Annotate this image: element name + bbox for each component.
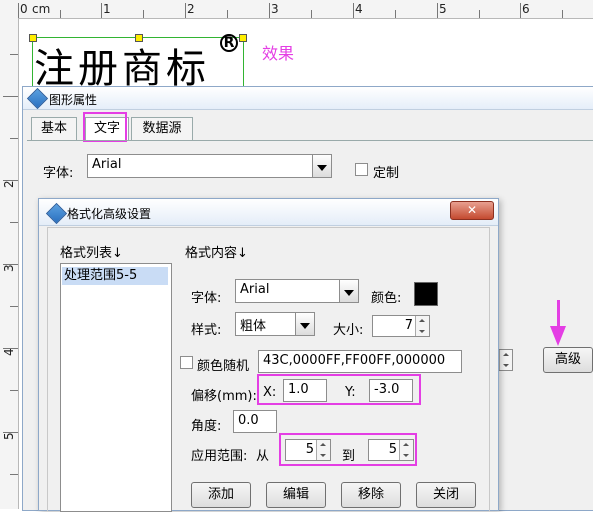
ruler-tick <box>10 222 18 223</box>
custom-checkbox[interactable] <box>355 163 368 176</box>
ruler-number: 2 <box>2 180 16 188</box>
close-icon[interactable]: ✕ <box>450 201 494 220</box>
range-highlight-box <box>279 433 417 466</box>
remove-button[interactable]: 移除 <box>341 482 401 508</box>
stepper-arrows-icon[interactable] <box>415 316 429 336</box>
ruler-tick <box>3 96 18 97</box>
ruler-number: 6 <box>522 2 530 16</box>
app-icon <box>45 202 68 225</box>
tab-basic[interactable]: 基本 <box>31 117 77 140</box>
ruler-number: 1 <box>103 2 111 16</box>
ruler-tick <box>353 3 354 18</box>
format-advanced-dialog: 格式化高级设置 ✕ 格式列表↓ 格式内容↓ 处理范围5-5 字体: Arial … <box>38 198 499 512</box>
font-label: 字体: <box>43 166 74 181</box>
dialog-title-bar[interactable]: 图形属性 <box>23 87 593 110</box>
ruler-tick <box>3 180 18 181</box>
chevron-down-icon[interactable] <box>295 313 314 335</box>
ruler-tick <box>10 474 18 475</box>
ruler-tick <box>18 3 19 18</box>
chevron-down-icon[interactable] <box>339 280 358 302</box>
ruler-tick <box>269 3 270 18</box>
format-list[interactable]: 处理范围5-5 <box>60 263 172 512</box>
font-label: 字体: <box>191 291 222 306</box>
resize-handle[interactable] <box>239 34 247 42</box>
style-label: 样式: <box>191 323 222 338</box>
random-color-label: 颜色随机 <box>197 359 250 374</box>
effect-annotation: 效果 <box>262 44 295 63</box>
add-button[interactable]: 添加 <box>191 482 251 508</box>
ruler-tick <box>10 138 18 139</box>
ruler-tick <box>3 348 18 349</box>
range-label: 应用范围: <box>191 449 248 464</box>
size-value: 7 <box>404 318 413 333</box>
random-color-checkbox[interactable] <box>180 356 193 369</box>
custom-label: 定制 <box>373 166 400 181</box>
offset-label: 偏移(mm): <box>191 389 257 404</box>
app-icon <box>26 87 49 110</box>
size-stepper[interactable]: 7 <box>372 315 430 337</box>
list-header: 格式列表↓ <box>60 246 123 261</box>
ruler-number: 5 <box>439 2 447 16</box>
stepper-arrows-icon[interactable] <box>499 350 512 370</box>
chevron-down-icon[interactable] <box>312 155 331 177</box>
offset-highlight-box <box>257 374 421 405</box>
top-ruler: 0 cm 1 2 3 4 5 6 <box>0 0 593 19</box>
content-header: 格式内容↓ <box>185 246 248 261</box>
color-label: 颜色: <box>371 291 402 306</box>
style-select[interactable]: 粗体 <box>235 312 315 336</box>
dialog-title: 图形属性 <box>49 93 98 107</box>
ruler-tick <box>562 10 563 18</box>
ruler-tick <box>395 10 396 18</box>
font-select[interactable]: Arial <box>235 279 359 303</box>
dialog-title: 格式化高级设置 <box>67 207 152 221</box>
left-ruler: 2 3 4 5 <box>0 18 19 509</box>
arrow-down-icon <box>550 326 566 346</box>
ruler-tick <box>60 10 61 18</box>
ruler-tick <box>3 264 18 265</box>
ruler-tick <box>101 3 102 18</box>
tab-datasource[interactable]: 数据源 <box>131 117 193 140</box>
random-color-input[interactable]: 43C,0000FF,FF00FF,000000 <box>258 350 462 373</box>
ruler-number: 4 <box>2 348 16 356</box>
scroll-stepper[interactable] <box>499 349 513 371</box>
color-swatch[interactable] <box>414 282 438 306</box>
ruler-tick <box>10 54 18 55</box>
font-select[interactable]: Arial <box>87 154 332 178</box>
ruler-number: 3 <box>271 2 279 16</box>
ruler-number: 4 <box>355 2 363 16</box>
ruler-number: 5 <box>2 432 16 440</box>
close-button[interactable]: 关闭 <box>416 482 476 508</box>
size-label: 大小: <box>333 323 364 338</box>
ruler-tick <box>520 3 521 18</box>
angle-input[interactable]: 0.0 <box>233 410 277 433</box>
ruler-tick <box>227 10 228 18</box>
ruler-tick <box>311 10 312 18</box>
ruler-number: 2 <box>187 2 195 16</box>
arrow-annotation-shaft <box>557 300 560 328</box>
ruler-tick <box>3 432 18 433</box>
range-from-label: 从 <box>256 449 270 464</box>
tab-highlight-box <box>83 112 127 142</box>
angle-label: 角度: <box>191 419 222 434</box>
advanced-button[interactable]: 高级 <box>543 347 593 373</box>
ruler-number: 3 <box>2 264 16 272</box>
ruler-tick <box>10 306 18 307</box>
font-select-value: Arial <box>92 157 122 172</box>
ruler-tick <box>143 10 144 18</box>
ruler-tick <box>479 10 480 18</box>
ruler-tick <box>185 3 186 18</box>
edit-button[interactable]: 编辑 <box>266 482 326 508</box>
ruler-number: 0 <box>20 2 28 16</box>
style-select-value: 粗体 <box>240 319 267 334</box>
list-item[interactable]: 处理范围5-5 <box>62 267 168 285</box>
ruler-tick <box>437 3 438 18</box>
ruler-tick <box>10 390 18 391</box>
ruler-unit: cm <box>32 2 51 16</box>
dialog-title-bar[interactable]: 格式化高级设置 ✕ <box>39 199 498 226</box>
font-select-value: Arial <box>240 282 270 297</box>
registered-mark-icon: R <box>220 34 238 52</box>
